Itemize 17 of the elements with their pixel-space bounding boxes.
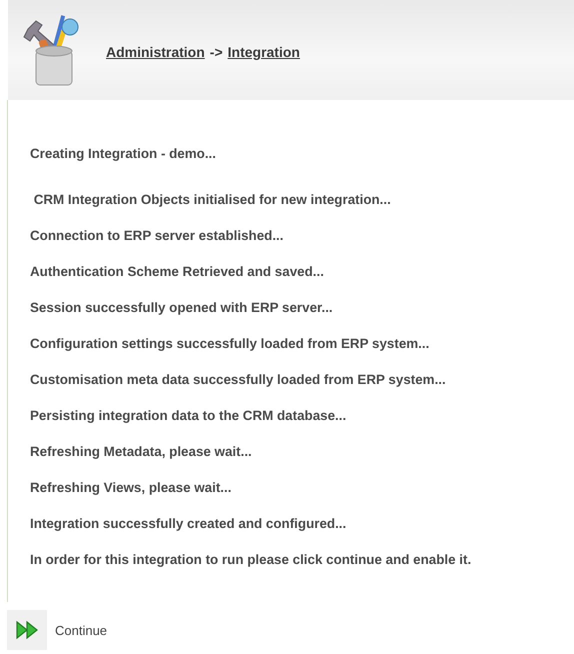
status-message: In order for this integration to run please click continue and enable it.	[30, 552, 472, 569]
continue-button[interactable]: Continue	[7, 610, 108, 650]
status-message: CRM Integration Objects initialised for new integration...	[32, 192, 392, 209]
status-message: Configuration settings successfully loaded from ERP system...	[30, 336, 430, 353]
breadcrumb-link[interactable]: Administration	[106, 44, 205, 60]
status-message: Session successfully opened with ERP server...	[30, 300, 334, 317]
status-message: Integration successfully created and configured...	[30, 516, 348, 533]
breadcrumb-link[interactable]: Integration	[228, 44, 300, 60]
status-message: Refreshing Views, please wait...	[30, 480, 232, 497]
fast-forward-icon	[15, 620, 39, 640]
status-heading: Creating Integration - demo...	[30, 146, 217, 163]
status-message: Connection to ERP server established...	[30, 228, 285, 245]
status-message: Authentication Scheme Retrieved and saved...	[30, 264, 325, 281]
status-message: Refreshing Metadata, please wait...	[30, 444, 253, 461]
status-message: Customisation meta data successfully loaded from ERP system...	[30, 372, 447, 389]
breadcrumb-separator: ->	[210, 44, 223, 60]
status-message: Persisting integration data to the CRM database...	[30, 408, 348, 425]
